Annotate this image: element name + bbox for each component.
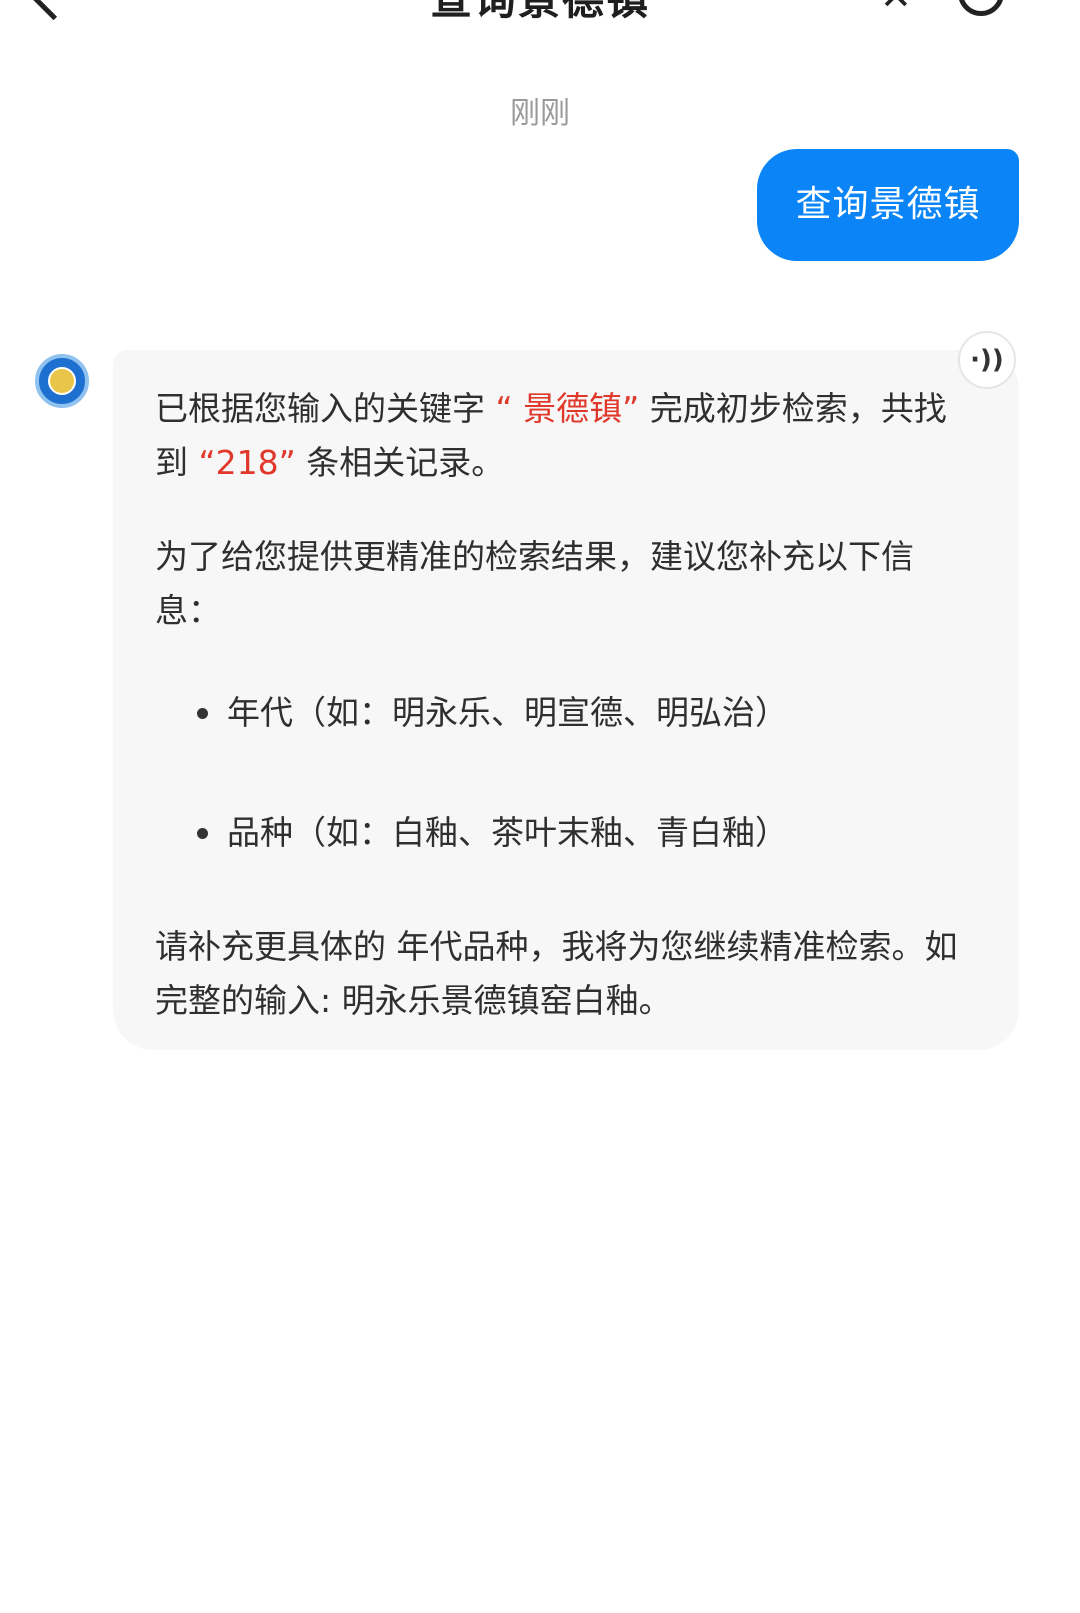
bot-avatar — [35, 354, 89, 408]
count-highlight: “218” — [198, 443, 296, 482]
suggestion-text: 为了给您提供更精准的检索结果，建议您补充以下信息： — [155, 537, 914, 630]
page-title: 查询景德镇 — [0, 0, 1080, 20]
close-icon[interactable]: ✕ — [880, 0, 912, 18]
list-item: 品种（如：白釉、茶叶末釉、青白釉） — [155, 800, 973, 920]
keyword-highlight: “ 景德镇” — [495, 389, 640, 428]
top-bar: 查询景德镇 ✕ — [0, 0, 1080, 20]
list-item: 年代（如：明永乐、明宣德、明弘治） — [155, 680, 973, 800]
suggestion-list: 年代（如：明永乐、明宣德、明弘治） 品种（如：白釉、茶叶末釉、青白釉） — [155, 680, 973, 920]
org-logo-icon — [48, 367, 76, 395]
speaker-icon[interactable]: ·)) — [958, 331, 1016, 389]
bot-message-bubble: 已根据您输入的关键字 “ 景德镇” 完成初步检索，共找到 “218” 条相关记录… — [113, 350, 1019, 1050]
user-message-bubble[interactable]: 查询景德镇 — [757, 149, 1019, 261]
message-timestamp: 刚刚 — [510, 96, 570, 131]
summary-prefix: 已根据您输入的关键字 — [155, 389, 485, 428]
summary-suffix: 条相关记录。 — [306, 443, 505, 482]
follow-up-text: 请补充更具体的 年代品种，我将为您继续精准检索。如完整的输入: 明永乐景德镇窑白… — [155, 927, 958, 1020]
search-result-summary: 已根据您输入的关键字 “ 景德镇” 完成初步检索，共找到 “218” 条相关记录… — [155, 382, 973, 490]
